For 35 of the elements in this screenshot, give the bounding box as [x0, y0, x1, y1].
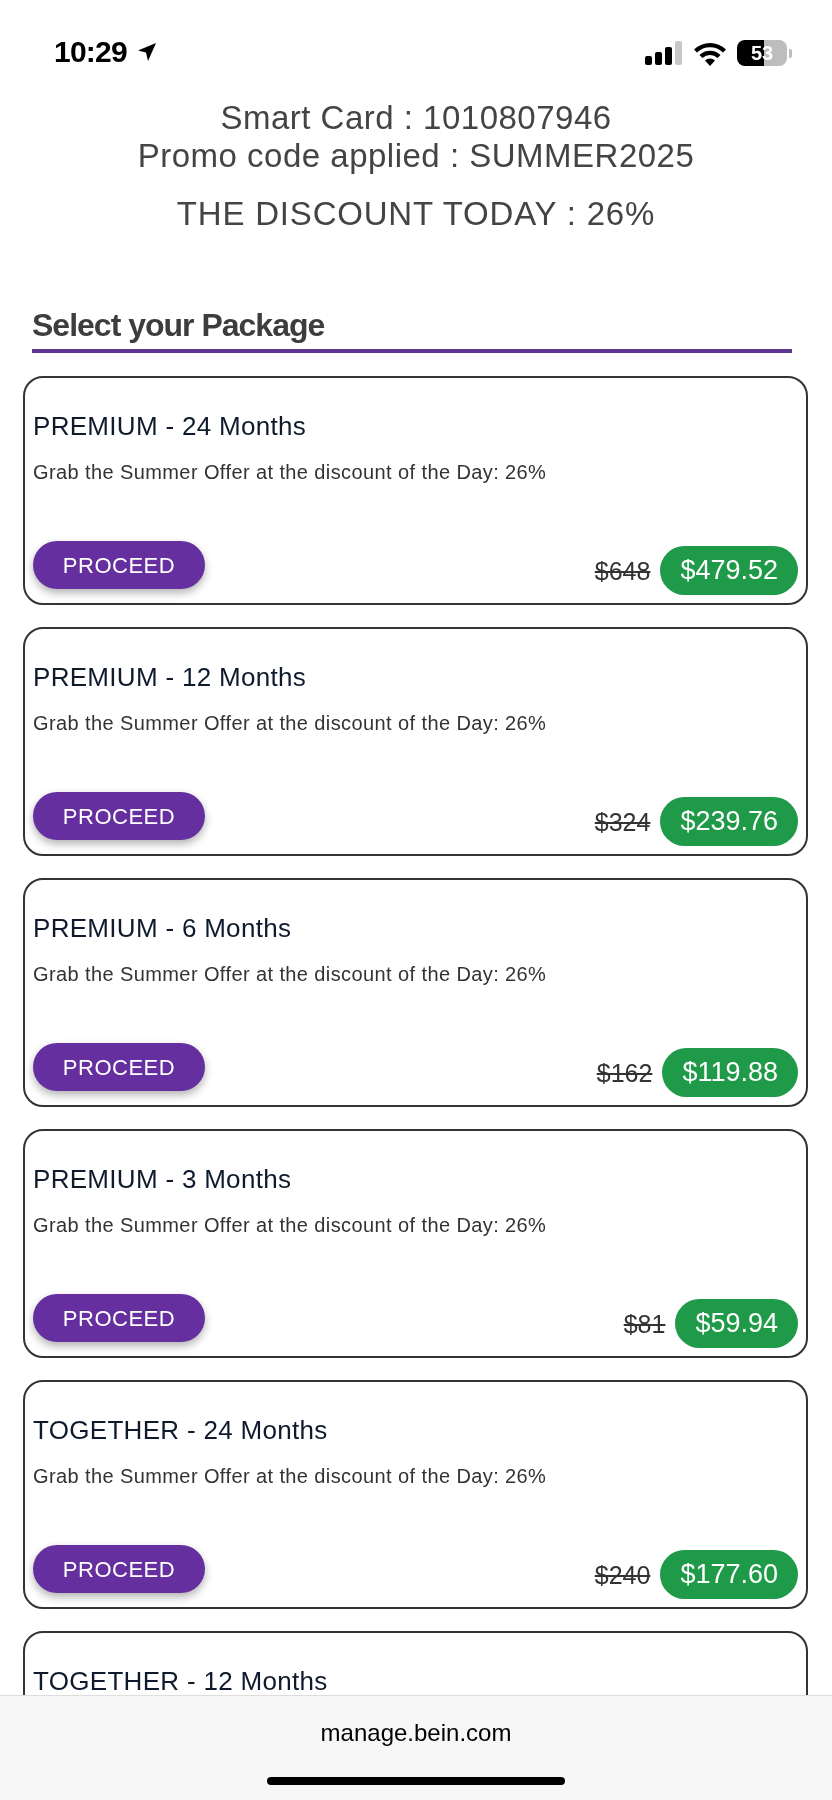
wifi-icon	[693, 40, 727, 66]
discounted-price: $119.88	[662, 1048, 798, 1097]
package-title: TOGETHER - 12 Months	[33, 1665, 328, 1695]
package-description: Grab the Summer Offer at the discount of the Day: 26%	[33, 1213, 547, 1237]
discount-text: THE DISCOUNT TODAY : 26%	[176, 195, 656, 233]
original-price: $648	[594, 555, 651, 586]
discounted-price: $239.76	[660, 797, 798, 846]
package-title: PREMIUM - 3 Months	[33, 1163, 292, 1195]
proceed-button[interactable]: PROCEED	[33, 541, 205, 589]
package-title: PREMIUM - 24 Months	[33, 410, 306, 442]
package-description: Grab the Summer Offer at the discount of the Day: 26%	[33, 962, 547, 986]
discounted-price: $177.60	[660, 1550, 798, 1599]
section-title: Select your Package	[32, 306, 325, 345]
original-price: $240	[594, 1559, 651, 1590]
smart-card-number: Smart Card : 1010807946	[220, 99, 612, 137]
battery-cap-icon	[789, 48, 792, 58]
discounted-price: $479.52	[660, 546, 798, 595]
discounted-price: $59.94	[675, 1299, 798, 1348]
url-text[interactable]: manage.bein.com	[320, 1718, 512, 1748]
proceed-button[interactable]: PROCEED	[33, 1545, 205, 1593]
package-title: TOGETHER - 24 Months	[33, 1414, 328, 1446]
original-price: $162	[596, 1057, 653, 1088]
package-title: PREMIUM - 12 Months	[33, 661, 306, 693]
original-price: $324	[594, 806, 651, 837]
package-description: Grab the Summer Offer at the discount of the Day: 26%	[33, 711, 547, 735]
original-price: $81	[623, 1308, 666, 1339]
package-description: Grab the Summer Offer at the discount of the Day: 26%	[33, 1464, 547, 1488]
package-title: PREMIUM - 6 Months	[33, 912, 292, 944]
proceed-button[interactable]: PROCEED	[33, 1294, 205, 1342]
signal-icon	[645, 41, 683, 65]
package-description: Grab the Summer Offer at the discount of the Day: 26%	[33, 460, 547, 484]
proceed-button[interactable]: PROCEED	[33, 1043, 205, 1091]
status-time: 10:29	[54, 34, 127, 70]
promo-code-text: Promo code applied : SUMMER2025	[137, 137, 695, 175]
proceed-button[interactable]: PROCEED	[33, 792, 205, 840]
